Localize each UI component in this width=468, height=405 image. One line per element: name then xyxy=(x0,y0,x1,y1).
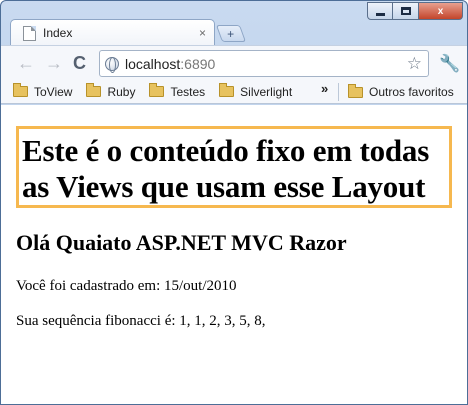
page-favicon-icon xyxy=(23,25,36,41)
folder-icon xyxy=(348,83,363,98)
forward-arrow-icon[interactable]: → xyxy=(45,54,63,72)
bookmark-other-favorites[interactable]: Outros favoritos xyxy=(348,83,454,99)
address-bar[interactable]: localhost:6890 ☆ xyxy=(99,50,429,77)
maximize-icon xyxy=(400,7,411,15)
browser-window: x Index × + ← → C localhost:6890 ☆ 🔧 ToV… xyxy=(0,0,468,405)
new-tab-button[interactable]: + xyxy=(215,25,247,42)
url-port: :6890 xyxy=(180,55,216,72)
maximize-button[interactable] xyxy=(393,2,419,20)
tab-index[interactable]: Index × xyxy=(10,19,215,46)
bookmark-label: Testes xyxy=(170,84,206,99)
fibonacci-text: Sua sequência fibonacci é: 1, 1, 2, 3, 5… xyxy=(16,313,266,329)
url-host: localhost xyxy=(125,55,181,72)
registered-date-text: Você foi cadastrado em: 15/out/2010 xyxy=(16,278,237,294)
folder-icon xyxy=(149,83,165,97)
window-controls: x xyxy=(367,2,463,20)
tab-title: Index xyxy=(43,26,73,40)
bookmark-ruby[interactable]: Ruby xyxy=(86,83,136,99)
bookmarks-separator xyxy=(338,83,339,101)
bookmark-toview[interactable]: ToView xyxy=(13,83,73,99)
bookmark-label: ToView xyxy=(34,84,73,99)
folder-icon xyxy=(86,83,102,97)
bookmark-silverlight[interactable]: Silverlight xyxy=(219,83,293,99)
close-window-button[interactable]: x xyxy=(419,2,463,20)
reload-icon[interactable]: C xyxy=(73,54,86,72)
minimize-button[interactable] xyxy=(367,2,393,20)
bookmark-star-icon[interactable]: ☆ xyxy=(407,54,422,74)
minimize-icon xyxy=(375,12,385,16)
bookmarks-bar: ToView Ruby Testes Silverlight » Outros … xyxy=(1,80,467,104)
bookmark-label: Ruby xyxy=(107,84,136,99)
back-arrow-icon[interactable]: ← xyxy=(17,54,35,72)
folder-icon xyxy=(13,83,28,97)
layout-fixed-text: Este é o conteúdo fixo em todas as Views… xyxy=(22,133,430,204)
toolbar: ← → C localhost:6890 ☆ 🔧 xyxy=(1,45,467,80)
close-icon: x xyxy=(437,5,444,17)
globe-icon xyxy=(105,56,119,73)
layout-fixed-box: Este é o conteúdo fixo em todas as Views… xyxy=(16,126,452,208)
wrench-icon[interactable]: 🔧 xyxy=(439,54,460,74)
folder-icon xyxy=(219,83,235,97)
bookmarks-overflow-icon[interactable]: » xyxy=(321,81,328,96)
plus-icon: + xyxy=(227,26,235,41)
bookmark-label: Silverlight xyxy=(240,84,293,99)
bookmark-testes[interactable]: Testes xyxy=(149,83,206,99)
tab-close-icon[interactable]: × xyxy=(199,26,206,40)
greeting-heading: Olá Quaiato ASP.NET MVC Razor xyxy=(16,230,347,255)
bookmark-label: Outros favoritos xyxy=(369,85,454,99)
page-content: Este é o conteúdo fixo em todas as Views… xyxy=(1,105,467,404)
